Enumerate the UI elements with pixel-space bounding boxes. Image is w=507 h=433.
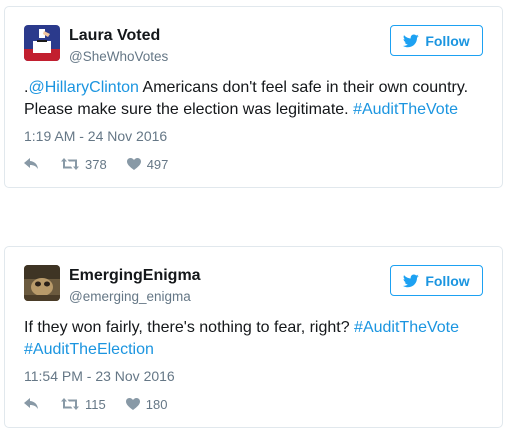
twitter-bird-icon [403, 33, 420, 47]
reply-button[interactable] [24, 398, 39, 410]
avatar[interactable] [24, 25, 60, 61]
timestamp[interactable]: 11:54 PM - 23 Nov 2016 [24, 368, 175, 384]
reply-icon [24, 398, 38, 409]
heart-icon [125, 398, 140, 410]
tweet-text: If they won fairly, there's nothing to f… [24, 317, 494, 361]
display-name[interactable]: Laura Voted [69, 27, 160, 45]
retweet-icon [61, 398, 79, 410]
tweet-card: Laura Voted @SheWhoVotes Follow .@Hillar… [4, 6, 503, 188]
like-button[interactable]: 497 [126, 156, 169, 172]
retweet-count: 378 [85, 156, 107, 172]
follow-label: Follow [425, 32, 470, 49]
hashtag-link[interactable]: #AuditTheVote [354, 319, 459, 336]
heart-icon [126, 158, 141, 170]
follow-button[interactable]: Follow [390, 25, 483, 56]
avatar[interactable] [24, 265, 60, 301]
like-count: 497 [146, 156, 169, 172]
mention-link[interactable]: @HillaryClinton [28, 79, 139, 96]
retweet-button[interactable]: 115 [61, 397, 106, 412]
twitter-bird-icon [403, 273, 420, 287]
user-handle[interactable]: @emerging_enigma [69, 289, 191, 304]
ballot-box-avatar-icon [24, 25, 60, 61]
display-name[interactable]: EmergingEnigma [69, 267, 201, 285]
like-button[interactable]: 180 [125, 396, 168, 412]
tweet-actions: 378 497 [24, 155, 168, 173]
hashtag-link[interactable]: #AuditTheVote [353, 101, 458, 118]
text-part: If they won fairly, there's nothing to f… [24, 319, 355, 336]
follow-button[interactable]: Follow [390, 265, 483, 296]
follow-label: Follow [425, 272, 470, 289]
reply-icon [24, 158, 38, 169]
like-count: 180 [145, 396, 168, 412]
retweet-icon [61, 158, 79, 170]
tweet-actions: 115 180 [24, 395, 167, 413]
timestamp[interactable]: 1:19 AM - 24 Nov 2016 [24, 128, 167, 144]
tweet-text: .@HillaryClinton Americans don't feel sa… [24, 77, 494, 121]
user-handle[interactable]: @SheWhoVotes [69, 49, 168, 64]
tweet-card: EmergingEnigma @emerging_enigma Follow I… [4, 246, 503, 428]
retweet-button[interactable]: 378 [61, 157, 107, 172]
photo-avatar-icon [24, 265, 60, 301]
reply-button[interactable] [24, 158, 39, 170]
hashtag-link[interactable]: #AuditTheElection [24, 341, 154, 358]
retweet-count: 115 [85, 396, 106, 412]
